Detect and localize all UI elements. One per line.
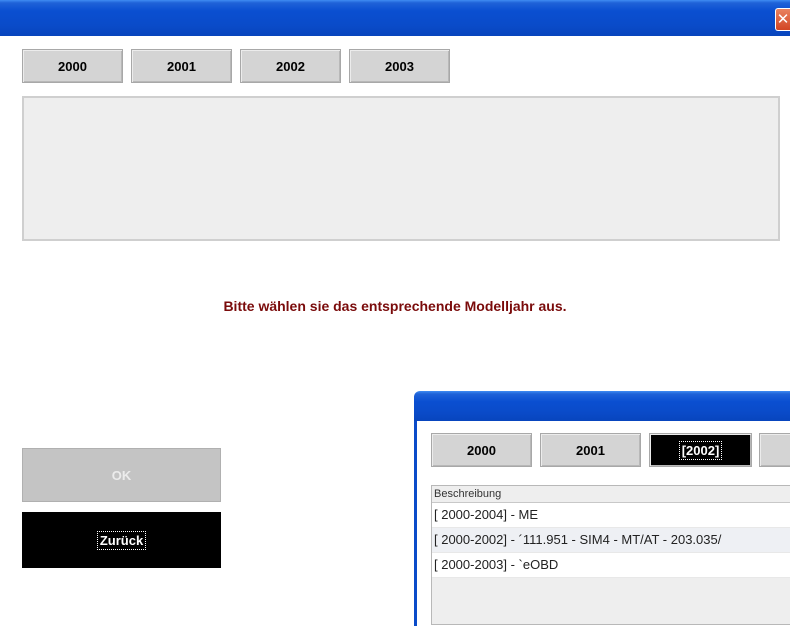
secondary-window-titlebar[interactable] — [414, 391, 790, 421]
sub-year-next-button[interactable] — [759, 433, 790, 467]
sub-year-2000-button[interactable]: 2000 — [431, 433, 532, 467]
close-icon: ✕ — [776, 10, 790, 28]
description-list: Beschreibung [ 2000-2004] - ME [ 2000-20… — [431, 485, 790, 625]
ok-label: OK — [111, 467, 132, 483]
year-2003-button[interactable]: 2003 — [349, 49, 450, 83]
list-item[interactable]: [ 2000-2002] - ´111.951 - SIM4 - MT/AT -… — [432, 528, 790, 553]
sub-year-2001-button[interactable]: 2001 — [540, 433, 641, 467]
secondary-window-content: 2000 2001 [2002] Beschreibung [ 2000-200… — [414, 421, 790, 626]
back-button[interactable]: Zurück — [22, 512, 221, 568]
list-item[interactable]: [ 2000-2004] - ME — [432, 503, 790, 528]
sub-year-2002-button[interactable]: [2002] — [649, 433, 752, 467]
ok-button[interactable]: OK — [22, 448, 221, 502]
sub-year-2000-label: 2000 — [467, 442, 496, 458]
instruction-message: Bitte wählen sie das entsprechende Model… — [223, 298, 567, 314]
year-2001-label: 2001 — [167, 58, 196, 74]
year-2000-button[interactable]: 2000 — [22, 49, 123, 83]
main-window-titlebar: ✕ — [0, 0, 790, 36]
close-button[interactable]: ✕ — [775, 8, 790, 31]
list-column-header[interactable]: Beschreibung — [432, 486, 790, 503]
sub-year-2001-label: 2001 — [576, 442, 605, 458]
year-2003-label: 2003 — [385, 58, 414, 74]
list-item[interactable]: [ 2000-2003] - `eOBD — [432, 553, 790, 578]
sub-year-2002-label: [2002] — [678, 440, 723, 460]
secondary-window: 2000 2001 [2002] Beschreibung [ 2000-200… — [414, 391, 790, 626]
year-2002-label: 2002 — [276, 58, 305, 74]
model-year-panel — [22, 96, 780, 241]
year-2000-label: 2000 — [58, 58, 87, 74]
back-label: Zurück — [96, 530, 147, 550]
year-2002-button[interactable]: 2002 — [240, 49, 341, 83]
year-2001-button[interactable]: 2001 — [131, 49, 232, 83]
